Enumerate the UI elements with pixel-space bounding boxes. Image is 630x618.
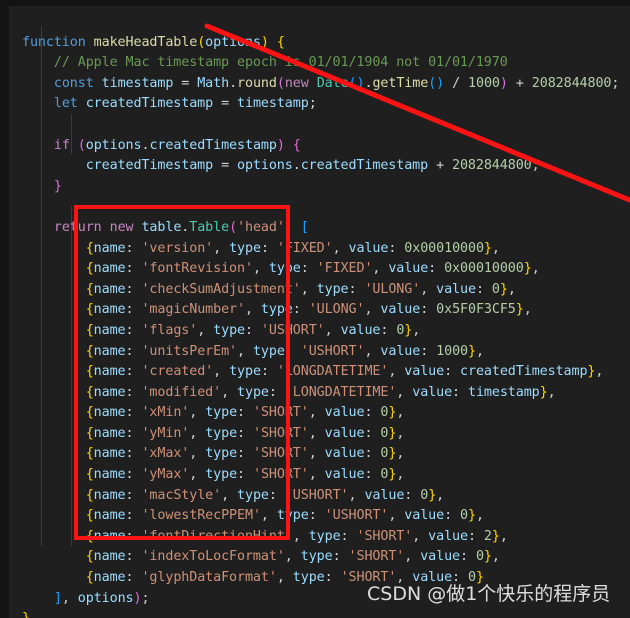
code-line: } [53, 178, 62, 194]
editor-left-edge [0, 0, 9, 618]
code-line: {name: 'fontDirectionHint', type: 'SHORT… [85, 528, 508, 544]
code-line: const timestamp = Math.round(new Date().… [53, 75, 620, 91]
code-line: {name: 'macStyle', type: 'USHORT', value… [85, 487, 445, 503]
code-line: {name: 'xMax', type: 'SHORT', value: 0}, [85, 446, 405, 462]
code-line: {name: 'magicNumber', type: 'ULONG', val… [85, 302, 532, 318]
code-line: ], options); [53, 590, 150, 606]
code-line: } [22, 609, 619, 618]
code-line: return new table.Table('head', [ [53, 219, 309, 235]
code-line: {name: 'glyphDataFormat', type: 'SHORT',… [85, 570, 484, 586]
code-line: {name: 'checkSumAdjustment', type: 'ULON… [85, 281, 516, 297]
code-line: {name: 'version', type: 'FIXED', value: … [85, 240, 500, 256]
code-line: let createdTimestamp = timestamp; [53, 96, 317, 112]
code-line: {name: 'yMax', type: 'SHORT', value: 0}, [85, 467, 405, 483]
code-line: {name: 'xMin', type: 'SHORT', value: 0}, [85, 405, 405, 421]
code-text[interactable]: function makeHeadTable(options) { // App… [22, 12, 619, 618]
code-line: {name: 'unitsPerEm', type: 'USHORT', val… [85, 343, 484, 359]
code-editor-screenshot: function makeHeadTable(options) { // App… [0, 0, 630, 618]
code-line: {name: 'indexToLocFormat', type: 'SHORT'… [85, 549, 500, 565]
code-line: {name: 'lowestRecPPEM', type: 'USHORT', … [85, 508, 484, 524]
code-line: {name: 'modified', type: 'LONGDATETIME',… [85, 384, 556, 400]
code-line: {name: 'yMin', type: 'SHORT', value: 0}, [85, 425, 405, 441]
code-line: {name: 'fontRevision', type: 'FIXED', va… [85, 261, 540, 277]
code-pane[interactable]: function makeHeadTable(options) { // App… [9, 6, 630, 618]
code-line: {name: 'created', type: 'LONGDATETIME', … [85, 364, 604, 380]
code-line: function makeHeadTable(options) { [22, 34, 285, 50]
code-line: // Apple Mac timestamp epoch is 01/01/19… [53, 55, 508, 71]
code-line: createdTimestamp = options.createdTimest… [85, 158, 540, 174]
code-line: if (options.createdTimestamp) { [53, 137, 301, 153]
code-line: {name: 'flags', type: 'USHORT', value: 0… [85, 322, 421, 338]
